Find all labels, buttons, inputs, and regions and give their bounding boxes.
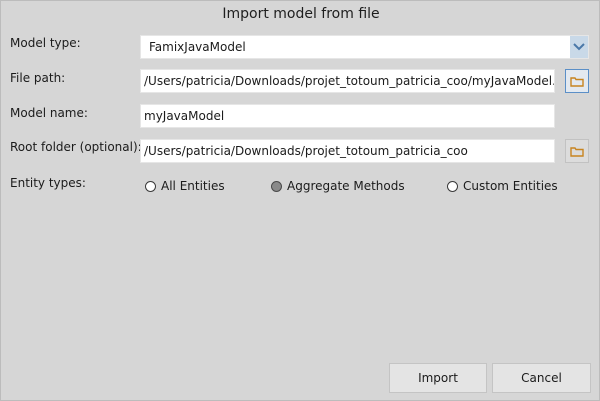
file-path-label: File path: — [10, 71, 66, 85]
dialog-title: Import model from file — [222, 6, 380, 22]
radio-unchecked-icon[interactable] — [447, 180, 458, 192]
radio-checked-icon[interactable] — [271, 180, 282, 192]
chevron-down-icon[interactable] — [570, 36, 588, 58]
cancel-button[interactable]: Cancel — [492, 363, 591, 393]
model-type-dropdown[interactable]: FamixJavaModel — [140, 35, 589, 59]
radio-all-entities[interactable]: All Entities — [145, 179, 225, 193]
radio-label: All Entities — [161, 179, 225, 193]
radio-aggregate-methods[interactable]: Aggregate Methods — [271, 179, 405, 193]
model-type-label: Model type: — [10, 36, 81, 50]
model-name-input[interactable]: myJavaModel — [140, 104, 555, 128]
radio-unchecked-icon[interactable] — [145, 180, 156, 192]
root-folder-input[interactable]: /Users/patricia/Downloads/projet_totoum_… — [140, 139, 555, 163]
root-folder-browse-button[interactable] — [565, 139, 589, 163]
file-path-browse-button[interactable] — [565, 69, 589, 93]
import-model-dialog: Import model from file Model type: Famix… — [0, 0, 600, 401]
radio-label: Aggregate Methods — [287, 179, 405, 193]
radio-label: Custom Entities — [463, 179, 558, 193]
root-folder-label: Root folder (optional): — [10, 140, 142, 154]
model-name-label: Model name: — [10, 106, 88, 120]
folder-icon — [570, 146, 584, 157]
radio-custom-entities[interactable]: Custom Entities — [447, 179, 558, 193]
folder-icon — [570, 76, 584, 87]
file-path-input[interactable]: /Users/patricia/Downloads/projet_totoum_… — [140, 69, 555, 93]
model-type-selected: FamixJavaModel — [149, 40, 246, 54]
import-button[interactable]: Import — [389, 363, 487, 393]
entity-types-label: Entity types: — [10, 176, 86, 190]
